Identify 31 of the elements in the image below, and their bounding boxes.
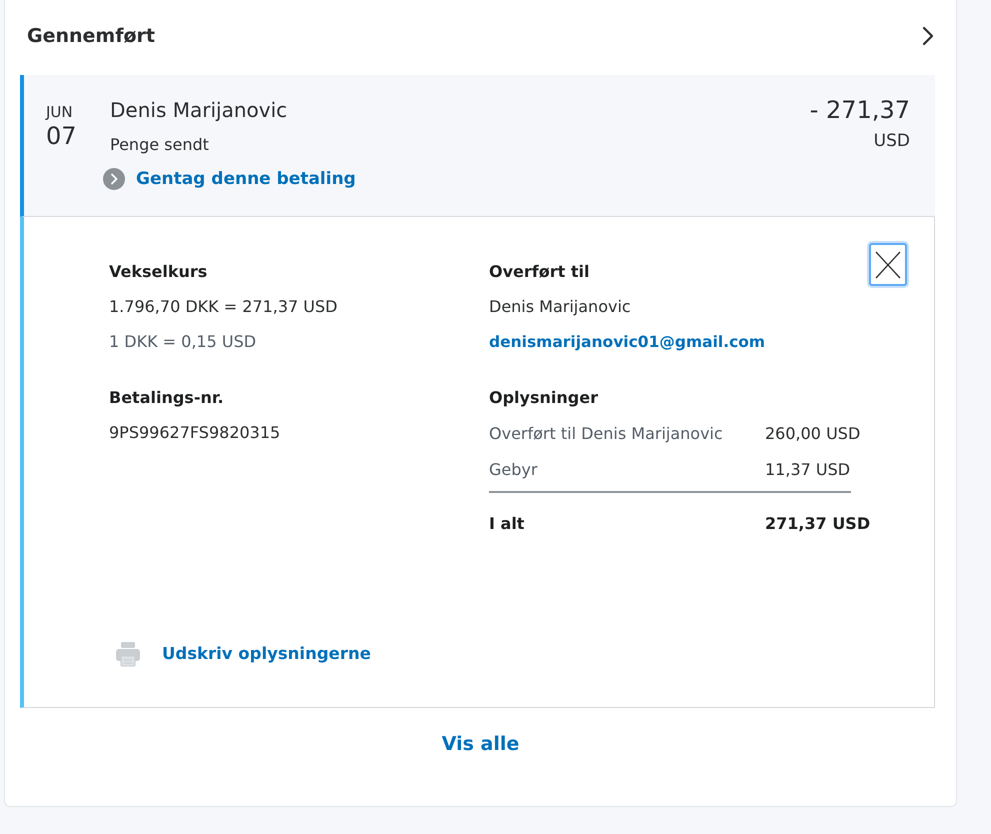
payment-id: 9PS99627FS9820315 <box>109 422 280 444</box>
view-all-link[interactable]: Vis alle <box>442 731 520 757</box>
chevron-circle-icon <box>103 168 125 190</box>
date-month: JUN <box>46 103 73 121</box>
close-icon <box>875 250 901 278</box>
amount: - 271,37 <box>810 95 910 125</box>
info-value: 260,00 USD <box>765 423 860 445</box>
payment-id-heading: Betalings-nr. <box>109 387 224 409</box>
total-label: I alt <box>489 513 526 535</box>
info-label: Overført til Denis Marijanovic <box>489 423 724 445</box>
repeat-payment-link[interactable]: Gentag denne betaling <box>103 167 356 191</box>
chevron-right-icon[interactable] <box>922 26 934 46</box>
recipient-heading: Overført til <box>489 261 590 283</box>
transaction-type: Penge sendt <box>110 134 209 156</box>
currency: USD <box>874 130 910 152</box>
printer-icon <box>115 641 141 667</box>
converted-amount: 1.796,70 DKK = 271,37 USD <box>109 296 338 318</box>
recipient-name: Denis Marijanovic <box>110 97 288 123</box>
info-value: 11,37 USD <box>765 459 852 481</box>
print-link[interactable]: Udskriv oplysningerne <box>115 641 371 667</box>
recipient-name: Denis Marijanovic <box>489 296 631 318</box>
info-label: Gebyr <box>489 459 538 481</box>
transaction-summary[interactable]: JUN 07 Denis Marijanovic Penge sendt Gentag denne betaling - 271,37 USD <box>20 75 935 217</box>
section-title: Gennemført <box>27 24 155 46</box>
total-value: 271,37 USD <box>765 513 870 535</box>
exchange-rate: 1 DKK = 0,15 USD <box>109 331 256 353</box>
info-heading: Oplysninger <box>489 387 598 409</box>
recipient-email[interactable]: denismarijanovic01@gmail.com <box>489 331 766 353</box>
exchange-heading: Vekselkurs <box>109 261 208 283</box>
date-day: 07 <box>46 122 77 150</box>
close-button[interactable] <box>869 243 907 286</box>
